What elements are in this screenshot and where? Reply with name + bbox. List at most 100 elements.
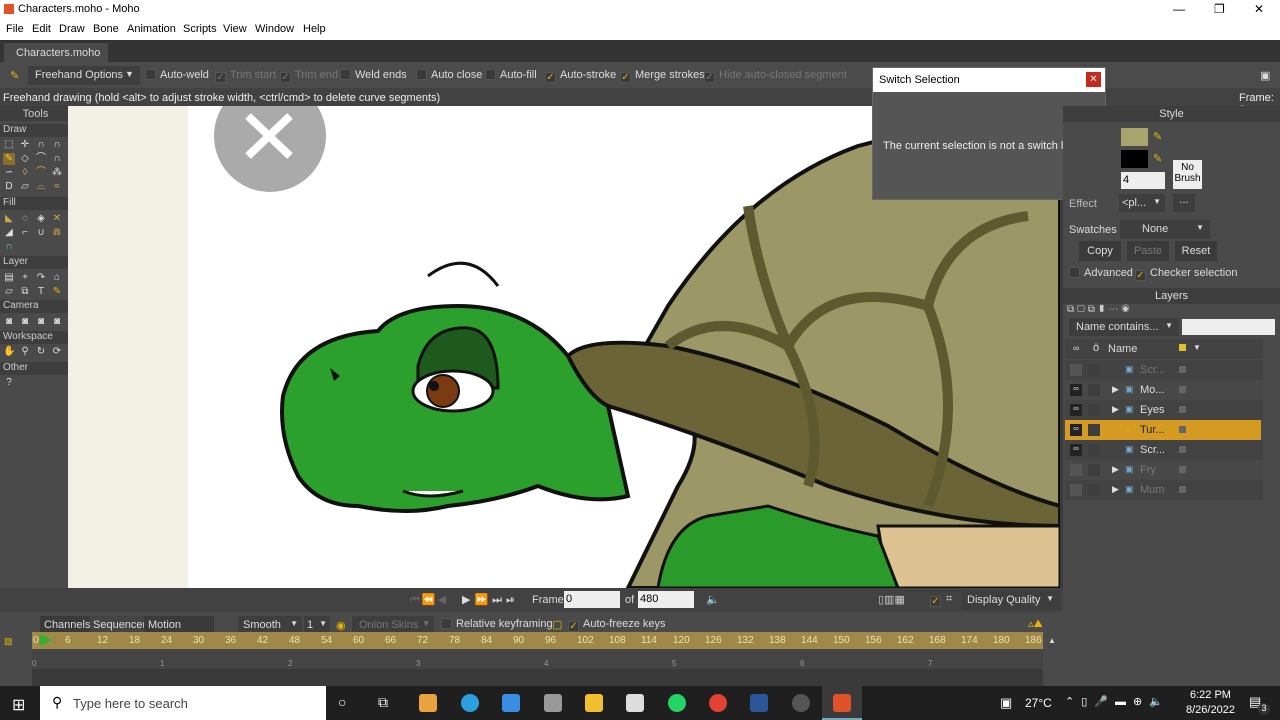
layer-color-tag[interactable] [1179, 426, 1186, 433]
tab-sequencer[interactable]: Sequencer [90, 616, 146, 633]
store-icon[interactable] [626, 694, 644, 712]
layer-color-tag[interactable] [1179, 406, 1186, 413]
menu-scripts[interactable]: Scripts [183, 23, 217, 35]
visibility-toggle-icon[interactable] [1070, 464, 1082, 476]
weather-icon[interactable]: ▣ [1000, 695, 1012, 711]
add-point-icon[interactable]: ∩ [35, 139, 47, 151]
onion-skin-icon[interactable]: ◉ [336, 619, 346, 632]
advanced-checkbox[interactable]: Advanced [1069, 267, 1133, 279]
warp-icon[interactable]: ◊ [19, 167, 31, 179]
camera-pan-icon[interactable]: ◙ [51, 316, 63, 328]
zoom-icon[interactable]: ⚲ [19, 346, 31, 358]
bend-icon[interactable]: ⌒ [35, 167, 47, 179]
word-icon[interactable] [750, 694, 768, 712]
layer-row[interactable]: ▶ ▣ Mum [1065, 480, 1263, 500]
hide-auto-closed-segment-checkbox[interactable]: ✓ Hide auto-closed segment [704, 69, 847, 83]
layer-color-tag[interactable] [1179, 386, 1186, 393]
relative-keyframing-checkbox[interactable]: Relative keyframing [441, 618, 553, 630]
menu-bone[interactable]: Bone [93, 23, 119, 35]
set-origin-icon[interactable]: + [19, 272, 31, 284]
menu-draw[interactable]: Draw [59, 23, 85, 35]
effect-more-button[interactable]: ... [1173, 194, 1195, 212]
layer-trace-icon[interactable]: ⌂ [51, 272, 63, 284]
orbit-icon[interactable]: ⟳ [51, 346, 63, 358]
timeline-ruler[interactable]: 0 6 12 18 24 30 36 42 48 54 60 66 72 78 84 90 96 102 108 11… [32, 632, 1043, 649]
tab-motion-graph[interactable]: Motion Graph [144, 616, 214, 643]
layer-toolbar[interactable]: ⧉▢⧉▮⋯◉ [1067, 304, 1132, 315]
onion-skins-dropdown[interactable]: Onion Skins ▼ [352, 616, 434, 633]
trim-end-checkbox[interactable]: ✓ Trim end [280, 69, 338, 83]
wave-icon[interactable]: ≈ [51, 181, 63, 193]
system-tray-icons[interactable]: ⌃▯🎤▬⊕🔈 [1065, 695, 1170, 708]
curve-profile-icon[interactable]: ⋒ [51, 227, 63, 239]
task-view-icon[interactable]: ⧉ [378, 694, 388, 711]
expand-arrow-icon[interactable]: ▶ [1112, 384, 1119, 395]
magnet-icon[interactable]: ∩ [51, 153, 63, 165]
scatter-icon[interactable]: ⁂ [51, 167, 63, 179]
freehand-options-dropdown[interactable]: Freehand Options ▼ [28, 66, 140, 85]
moho-taskbar-button[interactable] [822, 686, 862, 720]
visibility-toggle-icon[interactable]: ∞ [1070, 404, 1082, 416]
select-shape-icon[interactable]: ◣ [3, 213, 15, 225]
shear-layer-icon[interactable]: ▱ [3, 286, 15, 298]
shear-icon[interactable]: ▱ [19, 181, 31, 193]
document-tab[interactable]: Characters.moho [4, 43, 108, 62]
visibility-toggle-icon[interactable]: ∞ [1070, 424, 1082, 436]
auto-stroke-checkbox[interactable]: ✓ Auto-stroke [545, 69, 616, 83]
layer-row[interactable]: ▶ ▣ Fry [1065, 460, 1263, 480]
close-button[interactable]: ✕ [1254, 2, 1264, 16]
rotate-workspace-icon[interactable]: ↻ [35, 346, 47, 358]
mail-icon[interactable] [502, 694, 520, 712]
windows-start-icon[interactable]: ⊞ [12, 695, 25, 715]
noise-icon[interactable]: ⌓ [35, 181, 47, 193]
fill-eyedropper-icon[interactable]: ✎ [1153, 130, 1162, 143]
layer-color-tag[interactable] [1179, 466, 1186, 473]
lock-toggle[interactable] [1088, 424, 1100, 436]
visibility-toggle-icon[interactable] [1070, 364, 1082, 376]
curve-icon[interactable]: ∽ [3, 167, 15, 179]
menu-file[interactable]: File [6, 23, 24, 35]
paint-icon[interactable] [544, 694, 562, 712]
visibility-toggle-icon[interactable]: ∞ [1070, 384, 1082, 396]
hand-icon[interactable]: ✋ [3, 346, 15, 358]
layer-color-tag[interactable] [1179, 366, 1186, 373]
camera-zoom-icon[interactable]: ◙ [19, 316, 31, 328]
expand-arrow-icon[interactable]: ▶ [1112, 404, 1119, 415]
name-column-header[interactable]: Name [1108, 343, 1137, 355]
tab-channels[interactable]: Channels [40, 616, 90, 633]
camera-track-icon[interactable]: ◙ [3, 316, 15, 328]
minimize-button[interactable]: — [1173, 2, 1185, 16]
layer-row[interactable]: ∞ ▣ Scr... [1065, 440, 1263, 460]
file-explorer-icon[interactable] [585, 694, 603, 712]
taskbar-search-box[interactable]: ⚲ Type here to search [40, 686, 326, 720]
expand-arrow-icon[interactable]: ▶ [1112, 484, 1119, 495]
checker-selection-checkbox[interactable]: ✓ Checker selection [1135, 267, 1237, 281]
select-points-icon[interactable]: ⬚ [3, 139, 15, 151]
menu-view[interactable]: View [223, 23, 247, 35]
interpolation-dropdown[interactable]: Smooth ▼ [238, 616, 302, 633]
shape-tool-icon[interactable]: ◇ [19, 153, 31, 165]
lock-toggle[interactable] [1088, 404, 1100, 416]
line-eyedropper-icon[interactable]: ✎ [1153, 152, 1162, 165]
expand-arrow-icon[interactable]: ▶ [1112, 464, 1119, 475]
maximize-button[interactable]: ❐ [1214, 2, 1225, 16]
chrome-icon[interactable] [709, 694, 727, 712]
perspective-icon[interactable]: D [3, 181, 15, 193]
camera-roll-icon[interactable]: ◙ [35, 316, 47, 328]
layer-row[interactable]: ▣ Scr... [1065, 360, 1263, 380]
play-buttons[interactable]: ▶⏩⏭⏯ [462, 593, 519, 607]
dialog-close-button[interactable]: ✕ [1086, 72, 1101, 87]
effect-dropdown[interactable]: <pl... ▼ [1119, 194, 1165, 212]
layer-row[interactable]: ∞ ▶ ▣ Eyes [1065, 400, 1263, 420]
hide-edge-icon[interactable]: ⌐ [19, 227, 31, 239]
menu-help[interactable]: Help [303, 23, 326, 35]
total-frames-input[interactable]: 480 [638, 591, 694, 608]
other-tool-icon[interactable]: ? [3, 377, 15, 389]
weather-temp[interactable]: 27°C [1025, 696, 1052, 710]
lock-toggle[interactable] [1088, 444, 1100, 456]
transform-points-icon[interactable]: ✛ [19, 139, 31, 151]
clock-time[interactable]: 6:22 PM [1190, 689, 1231, 701]
view-layout-icon[interactable]: ▯▥▦ [878, 593, 905, 606]
trim-start-checkbox[interactable]: ✓ Trim start [215, 69, 276, 83]
lock-toggle[interactable] [1088, 364, 1100, 376]
